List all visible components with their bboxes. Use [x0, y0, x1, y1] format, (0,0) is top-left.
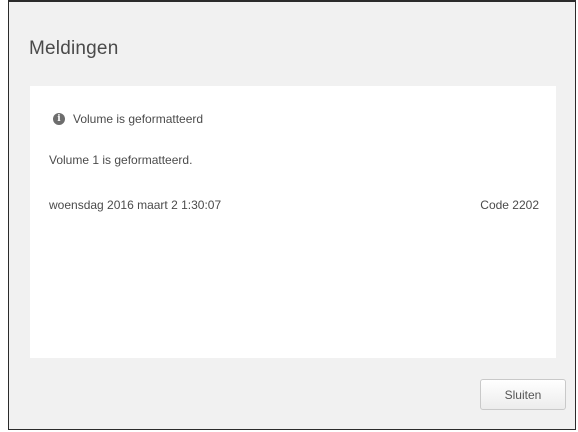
notification-code: Code 2202	[480, 198, 539, 212]
notification-message: Volume 1 is geformatteerd.	[49, 153, 193, 167]
notifications-dialog: Meldingen i Volume is geformatteerd Volu…	[8, 0, 576, 430]
close-button[interactable]: Sluiten	[480, 379, 566, 410]
notification-heading: i Volume is geformatteerd	[53, 112, 203, 126]
notification-panel: i Volume is geformatteerd Volume 1 is ge…	[30, 86, 556, 358]
notification-date: woensdag 2016 maart 2 1:30:07	[49, 198, 222, 212]
info-icon: i	[53, 113, 65, 125]
dialog-title: Meldingen	[29, 38, 119, 59]
notification-heading-label: Volume is geformatteerd	[73, 112, 204, 126]
